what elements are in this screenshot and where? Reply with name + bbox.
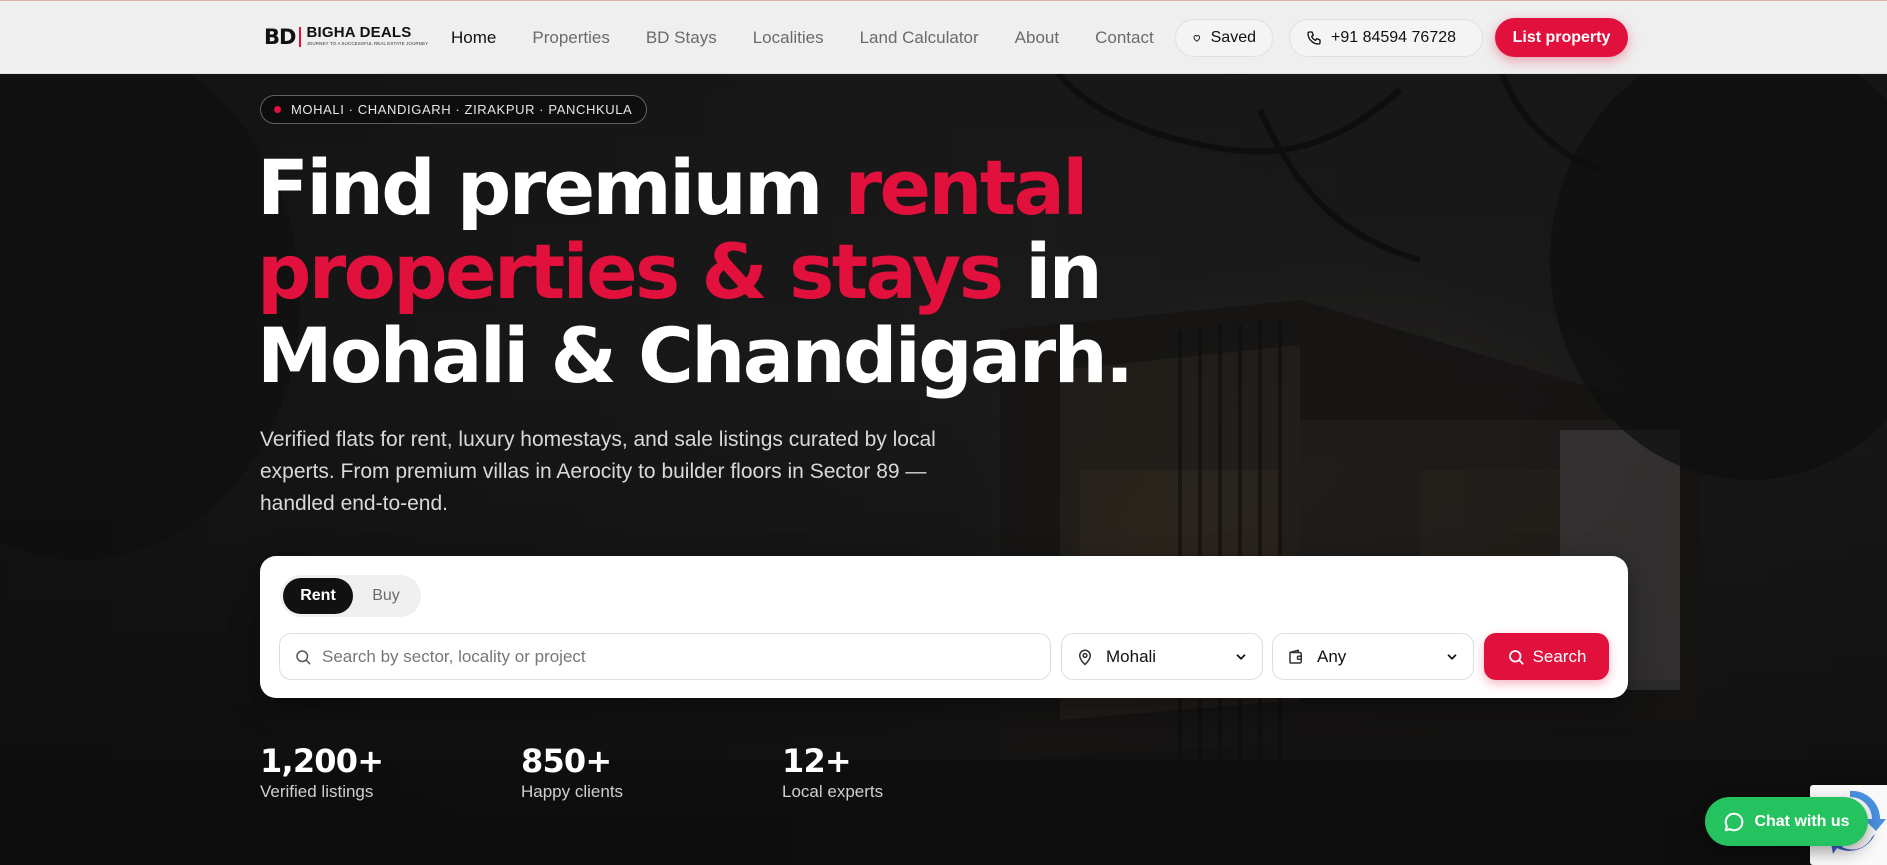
chat-with-us-button[interactable]: Chat with us: [1705, 797, 1868, 846]
hero-description: Verified flats for rent, luxury homestay…: [260, 428, 936, 515]
logo-tagline: JOURNEY TO A SUCCESSFUL REAL ESTATE JOUR…: [306, 41, 429, 46]
budget-select[interactable]: Any: [1272, 633, 1474, 680]
rent-buy-toggle: Rent Buy: [280, 575, 421, 617]
nav-link-bd-stays[interactable]: BD Stays: [646, 27, 717, 49]
city-value: Mohali: [1106, 646, 1157, 666]
stat-label: Happy clients: [521, 782, 624, 801]
buy-tab[interactable]: Buy: [356, 578, 416, 614]
heart-icon: [1193, 35, 1201, 42]
stat-listings: 1,200+ Verified listings: [260, 741, 384, 803]
saved-label: Saved: [1210, 29, 1256, 46]
search-icon: [296, 649, 311, 664]
map-pin-icon: [1078, 649, 1092, 666]
phone-button[interactable]: +91 84594 76728: [1289, 19, 1483, 57]
stat-value: 850+: [521, 742, 612, 780]
saved-button[interactable]: Saved: [1175, 19, 1273, 57]
nav-link-contact[interactable]: Contact: [1095, 27, 1154, 49]
logo-mark: BD: [264, 25, 296, 49]
brand-logo[interactable]: BD BIGHA DEALS JOURNEY TO A SUCCESSFUL R…: [264, 25, 428, 51]
nav-link-localities[interactable]: Localities: [753, 27, 824, 49]
search-button[interactable]: Search: [1484, 633, 1609, 680]
nav-link-about[interactable]: About: [1015, 27, 1059, 49]
chat-bubble-icon: [1725, 812, 1744, 831]
stat-label: Local experts: [782, 782, 884, 801]
rent-tab[interactable]: Rent: [283, 578, 353, 614]
logo-wordmark: BIGHA DEALS JOURNEY TO A SUCCESSFUL REAL…: [306, 25, 428, 48]
phone-icon: [1307, 31, 1321, 45]
wallet-icon: [1289, 649, 1302, 664]
hero-headline: Find premium rental properties & stays i…: [257, 146, 1157, 398]
top-navigation-bar: BD BIGHA DEALS JOURNEY TO A SUCCESSFUL R…: [0, 0, 1887, 74]
logo-name: BIGHA DEALS: [306, 24, 412, 41]
city-select[interactable]: Mohali: [1061, 633, 1263, 680]
logo-divider: [299, 27, 302, 47]
stat-clients: 850+ Happy clients: [521, 741, 623, 803]
red-dot-icon: [274, 106, 281, 113]
stat-experts: 12+ Local experts: [782, 741, 883, 803]
stat-value: 12+: [782, 742, 852, 780]
stat-label: Verified listings: [260, 782, 374, 801]
chat-label: Chat with us: [1754, 812, 1850, 830]
stat-value: 1,200+: [260, 742, 384, 780]
search-input[interactable]: [322, 646, 1022, 667]
nav-link-land-calculator[interactable]: Land Calculator: [860, 27, 979, 49]
chevron-down-icon: [1447, 653, 1457, 660]
search-field[interactable]: [279, 633, 1051, 680]
search-card: Rent Buy Mohali Any Search: [260, 556, 1628, 698]
nav-link-properties[interactable]: Properties: [532, 27, 609, 49]
search-icon: [1508, 649, 1524, 665]
headline-part-1: Find premium: [257, 143, 845, 232]
phone-number: +91 84594 76728: [1331, 29, 1457, 46]
search-button-label: Search: [1532, 646, 1587, 666]
list-property-button[interactable]: List property: [1495, 18, 1628, 57]
locations-text: MOHALI · CHANDIGARH · ZIRAKPUR · PANCHKU…: [291, 102, 633, 117]
main-nav: Home Properties BD Stays Localities Land…: [451, 27, 1190, 49]
budget-value: Any: [1317, 646, 1347, 666]
locations-badge: MOHALI · CHANDIGARH · ZIRAKPUR · PANCHKU…: [260, 95, 648, 124]
nav-link-home[interactable]: Home: [451, 27, 496, 49]
chevron-down-icon: [1236, 653, 1246, 660]
